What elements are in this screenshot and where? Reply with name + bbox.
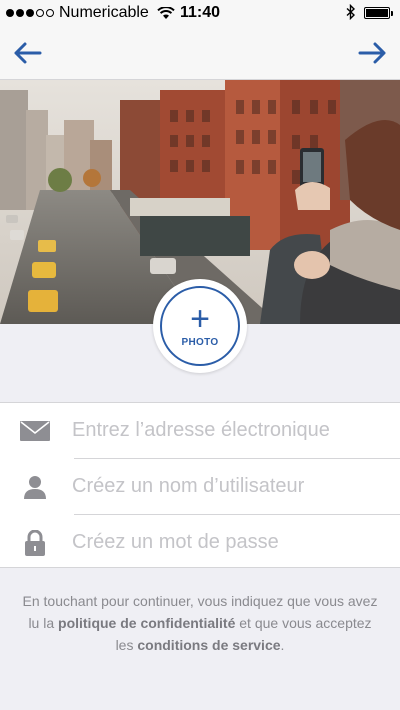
signup-form [0, 402, 400, 568]
bluetooth-icon [346, 3, 356, 25]
arrow-left-icon [14, 42, 42, 64]
username-row [0, 459, 400, 514]
user-icon [20, 475, 50, 499]
signal-strength-icon [6, 9, 54, 17]
status-bar: Numericable 11:40 [0, 0, 400, 26]
carrier-name: Numericable [59, 4, 149, 21]
back-button[interactable] [10, 38, 44, 68]
username-field[interactable] [72, 475, 390, 498]
add-photo-button-container: + PHOTO [153, 279, 247, 373]
add-photo-label: PHOTO [181, 336, 219, 348]
legal-notice: En touchant pour continuer, vous indique… [20, 590, 380, 656]
battery-icon [364, 7, 393, 19]
email-field[interactable] [72, 419, 390, 442]
terms-of-service-link[interactable]: conditions de service [137, 637, 280, 653]
add-photo-button[interactable]: + PHOTO [160, 286, 240, 366]
next-button[interactable] [356, 38, 390, 68]
envelope-icon [20, 420, 50, 441]
lock-icon [20, 529, 50, 556]
password-field[interactable] [72, 531, 390, 554]
plus-icon: + [190, 299, 210, 338]
wifi-icon [157, 6, 175, 20]
password-row [0, 515, 400, 570]
navigation-bar [0, 26, 400, 80]
email-row [0, 403, 400, 458]
privacy-policy-link[interactable]: politique de confidentialité [58, 615, 235, 631]
arrow-right-icon [358, 42, 386, 64]
legal-text: . [280, 637, 285, 653]
